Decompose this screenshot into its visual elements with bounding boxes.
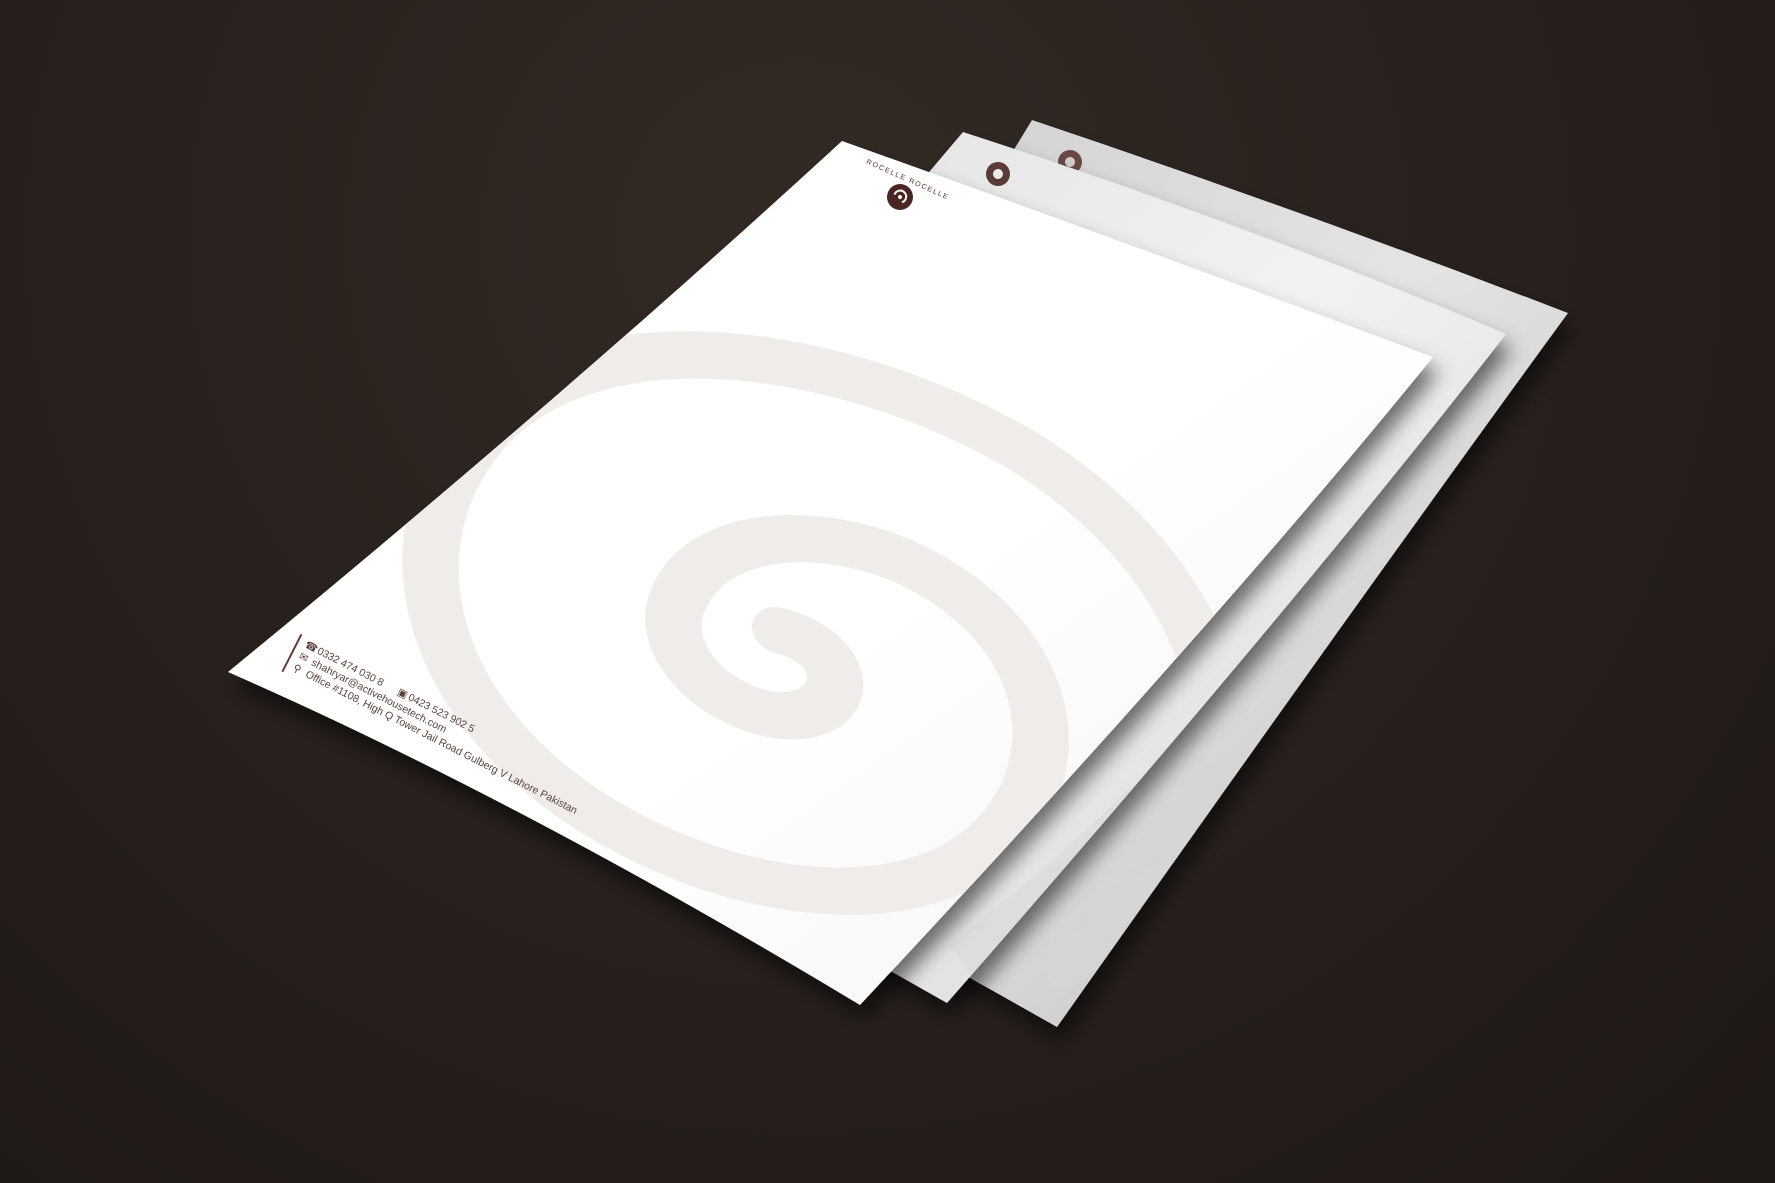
letterhead-mockup: ROCELLE ROCELLE ☎ 0332 474 030 8 ▣ 0423 … bbox=[228, 120, 1568, 1027]
mockup-scene: ROCELLE ROCELLE ☎ 0332 474 030 8 ▣ 0423 … bbox=[0, 0, 1775, 1183]
